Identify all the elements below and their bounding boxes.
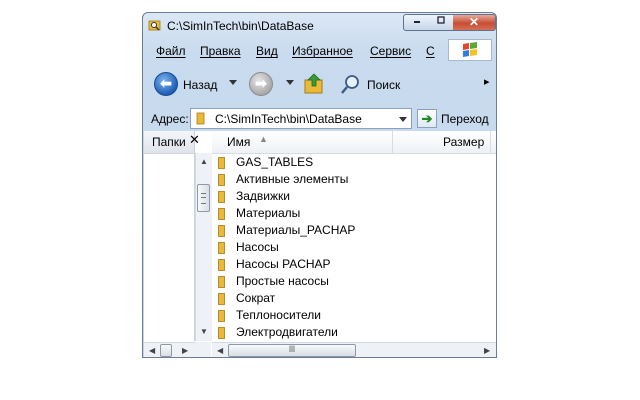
address-bar: Адрес: C:\SimInTech\bin\DataBase ➔ Перех… bbox=[143, 107, 496, 131]
folder-icon bbox=[218, 310, 225, 322]
menu-file[interactable]: Файл bbox=[156, 44, 186, 58]
list-item[interactable]: Простые насосы bbox=[212, 273, 496, 290]
address-value: C:\SimInTech\bin\DataBase bbox=[215, 112, 362, 126]
arrow-right-icon: ➡ bbox=[255, 75, 267, 91]
search-icon[interactable] bbox=[340, 73, 362, 95]
maximize-button[interactable] bbox=[429, 14, 454, 31]
folders-pane-header: Папки bbox=[144, 131, 194, 154]
minimize-icon bbox=[413, 21, 420, 23]
address-input[interactable]: C:\SimInTech\bin\DataBase bbox=[190, 108, 412, 129]
forward-button[interactable]: ➡ bbox=[249, 72, 273, 96]
list-item[interactable]: Сократ bbox=[212, 290, 496, 307]
vertical-scrollbar[interactable]: ▲ ▼ bbox=[195, 153, 212, 341]
menu-tools[interactable]: Сервис bbox=[370, 44, 411, 58]
address-dropdown-icon[interactable] bbox=[399, 117, 407, 122]
search-label[interactable]: Поиск bbox=[367, 78, 400, 92]
go-button[interactable]: ➔ bbox=[417, 109, 437, 128]
explorer-window: C:\SimInTech\bin\DataBase ✕ Файл Правка … bbox=[142, 12, 497, 358]
folder-icon bbox=[218, 208, 225, 220]
toolbar: ⬅ Назад ➡ Поиск ▸ bbox=[143, 63, 496, 105]
toolbar-overflow-icon[interactable]: ▸ bbox=[484, 75, 490, 88]
list-horizontal-scroll-thumb[interactable]: lll bbox=[228, 344, 356, 357]
close-button[interactable]: ✕ bbox=[453, 14, 496, 31]
window-title: C:\SimInTech\bin\DataBase bbox=[167, 19, 314, 33]
content-area: Папки ✕ ▲ ▼ Имя ▲ Размер GAS_TABLES Акти… bbox=[144, 131, 496, 357]
arrow-left-icon: ⬅ bbox=[160, 75, 172, 91]
back-label[interactable]: Назад bbox=[183, 78, 217, 92]
scroll-right-icon[interactable]: ▶ bbox=[182, 346, 188, 355]
scroll-right-icon[interactable]: ▶ bbox=[484, 346, 490, 355]
arrow-right-green-icon: ➔ bbox=[421, 111, 433, 126]
minimize-button[interactable] bbox=[403, 14, 430, 31]
folders-pane-close-icon[interactable]: ✕ bbox=[189, 132, 200, 148]
go-label[interactable]: Переход bbox=[441, 112, 489, 126]
menu-view[interactable]: Вид bbox=[256, 44, 278, 58]
menu-favorites[interactable]: Избранное bbox=[292, 44, 353, 58]
forward-dropdown-icon[interactable] bbox=[286, 80, 294, 85]
scroll-left-icon[interactable]: ◀ bbox=[149, 346, 155, 355]
scroll-left-icon[interactable]: ◀ bbox=[217, 346, 223, 355]
folder-icon bbox=[196, 112, 205, 125]
title-bar[interactable]: C:\SimInTech\bin\DataBase ✕ bbox=[143, 13, 496, 39]
list-item[interactable]: Материалы bbox=[212, 205, 496, 222]
folder-icon bbox=[218, 327, 225, 339]
windows-logo bbox=[448, 39, 492, 61]
folders-horizontal-scrollbar[interactable]: ◀ ▶ bbox=[144, 342, 195, 357]
file-list: Имя ▲ Размер GAS_TABLES Активные элемент… bbox=[212, 131, 496, 341]
list-item[interactable]: Теплоносители bbox=[212, 307, 496, 324]
vertical-scroll-thumb[interactable] bbox=[197, 184, 210, 212]
folder-icon bbox=[218, 191, 225, 203]
folders-pane-title: Папки bbox=[152, 135, 186, 149]
folder-icon bbox=[218, 242, 225, 254]
folders-horizontal-scroll-thumb[interactable] bbox=[160, 344, 172, 357]
folder-search-icon bbox=[148, 20, 161, 31]
folder-icon bbox=[218, 276, 225, 288]
menu-bar: Файл Правка Вид Избранное Сервис С bbox=[144, 41, 444, 61]
file-rows: GAS_TABLES Активные элементы Задвижки Ма… bbox=[212, 153, 496, 341]
back-button[interactable]: ⬅ bbox=[154, 72, 178, 96]
folder-icon bbox=[218, 225, 225, 237]
folder-up-icon[interactable] bbox=[303, 72, 325, 96]
folder-icon bbox=[218, 293, 225, 305]
column-name-header[interactable]: Имя bbox=[227, 135, 250, 149]
scroll-down-icon[interactable]: ▼ bbox=[200, 327, 208, 336]
column-size-header[interactable]: Размер bbox=[443, 135, 484, 149]
windows-flag-icon bbox=[463, 42, 477, 57]
folder-icon bbox=[218, 259, 225, 271]
list-item[interactable]: Активные элементы bbox=[212, 171, 496, 188]
list-item[interactable]: Задвижки bbox=[212, 188, 496, 205]
list-horizontal-scrollbar[interactable]: ◀ lll ▶ bbox=[212, 342, 496, 357]
folder-icon bbox=[218, 174, 225, 186]
back-dropdown-icon[interactable] bbox=[229, 80, 237, 85]
menu-edit[interactable]: Правка bbox=[200, 44, 241, 58]
folder-icon bbox=[218, 157, 225, 169]
folders-pane: Папки bbox=[144, 131, 195, 341]
menu-help-truncated[interactable]: С bbox=[426, 44, 435, 58]
address-label: Адрес: bbox=[151, 112, 189, 126]
column-headers: Имя ▲ Размер bbox=[212, 131, 496, 154]
list-item[interactable]: Насосы bbox=[212, 239, 496, 256]
maximize-icon bbox=[437, 16, 445, 24]
sort-ascending-icon: ▲ bbox=[259, 134, 268, 144]
scroll-up-icon[interactable]: ▲ bbox=[200, 157, 208, 166]
list-item[interactable]: GAS_TABLES bbox=[212, 154, 496, 171]
list-item[interactable]: Электродвигатели bbox=[212, 324, 496, 341]
scrollbar-corner bbox=[195, 342, 211, 357]
list-item[interactable]: Насосы PACHAP bbox=[212, 256, 496, 273]
list-item[interactable]: Материалы_PACHAP bbox=[212, 222, 496, 239]
